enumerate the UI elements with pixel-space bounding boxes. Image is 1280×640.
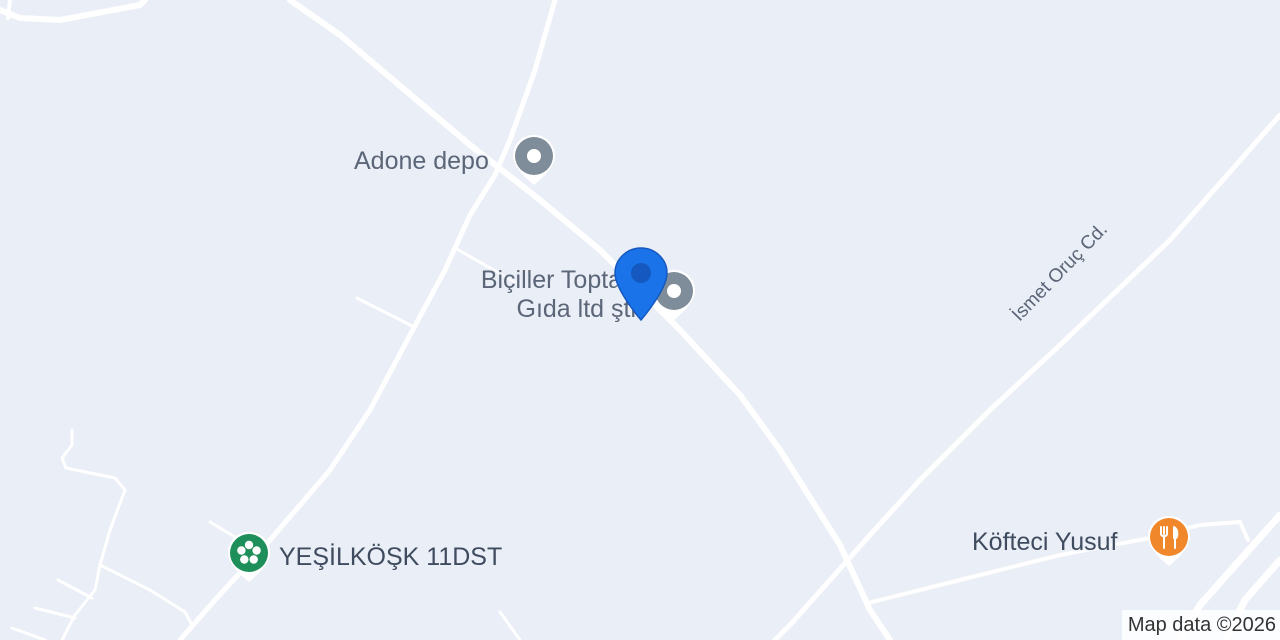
bottom-left-road-1 — [60, 428, 127, 640]
place-label-adone-depo[interactable]: Adone depo — [354, 147, 489, 176]
bottom-left-road-4 — [33, 606, 77, 620]
location-marker-icon[interactable] — [612, 246, 670, 324]
restaurant-pin-icon[interactable] — [1145, 514, 1193, 570]
place-label-yesilkosk[interactable]: YEŞİLKÖŞK 11DST — [279, 543, 502, 572]
top-left-road — [0, 0, 148, 23]
bottom-left-road-3 — [56, 578, 94, 600]
map-canvas[interactable]: Adone depo Biçiller Toptan Gıda ltd şti … — [0, 0, 1280, 640]
bottom-left-road-5 — [10, 626, 47, 640]
map-attribution: Map data ©2026 — [1121, 610, 1280, 640]
generic-place-pin-icon[interactable] — [510, 133, 558, 189]
top-left-stub — [6, 0, 12, 20]
side-street-2 — [355, 296, 414, 328]
place-label-biciller-line1[interactable]: Biçiller Toptan — [440, 266, 636, 295]
place-label-kofteci-yusuf[interactable]: Köfteci Yusuf — [972, 528, 1117, 557]
bottom-left-road-2 — [98, 563, 194, 627]
bottom-center-road — [498, 610, 522, 640]
flower-pin-icon[interactable] — [225, 530, 273, 586]
place-label-biciller-line2[interactable]: Gıda ltd şti — [440, 295, 637, 324]
